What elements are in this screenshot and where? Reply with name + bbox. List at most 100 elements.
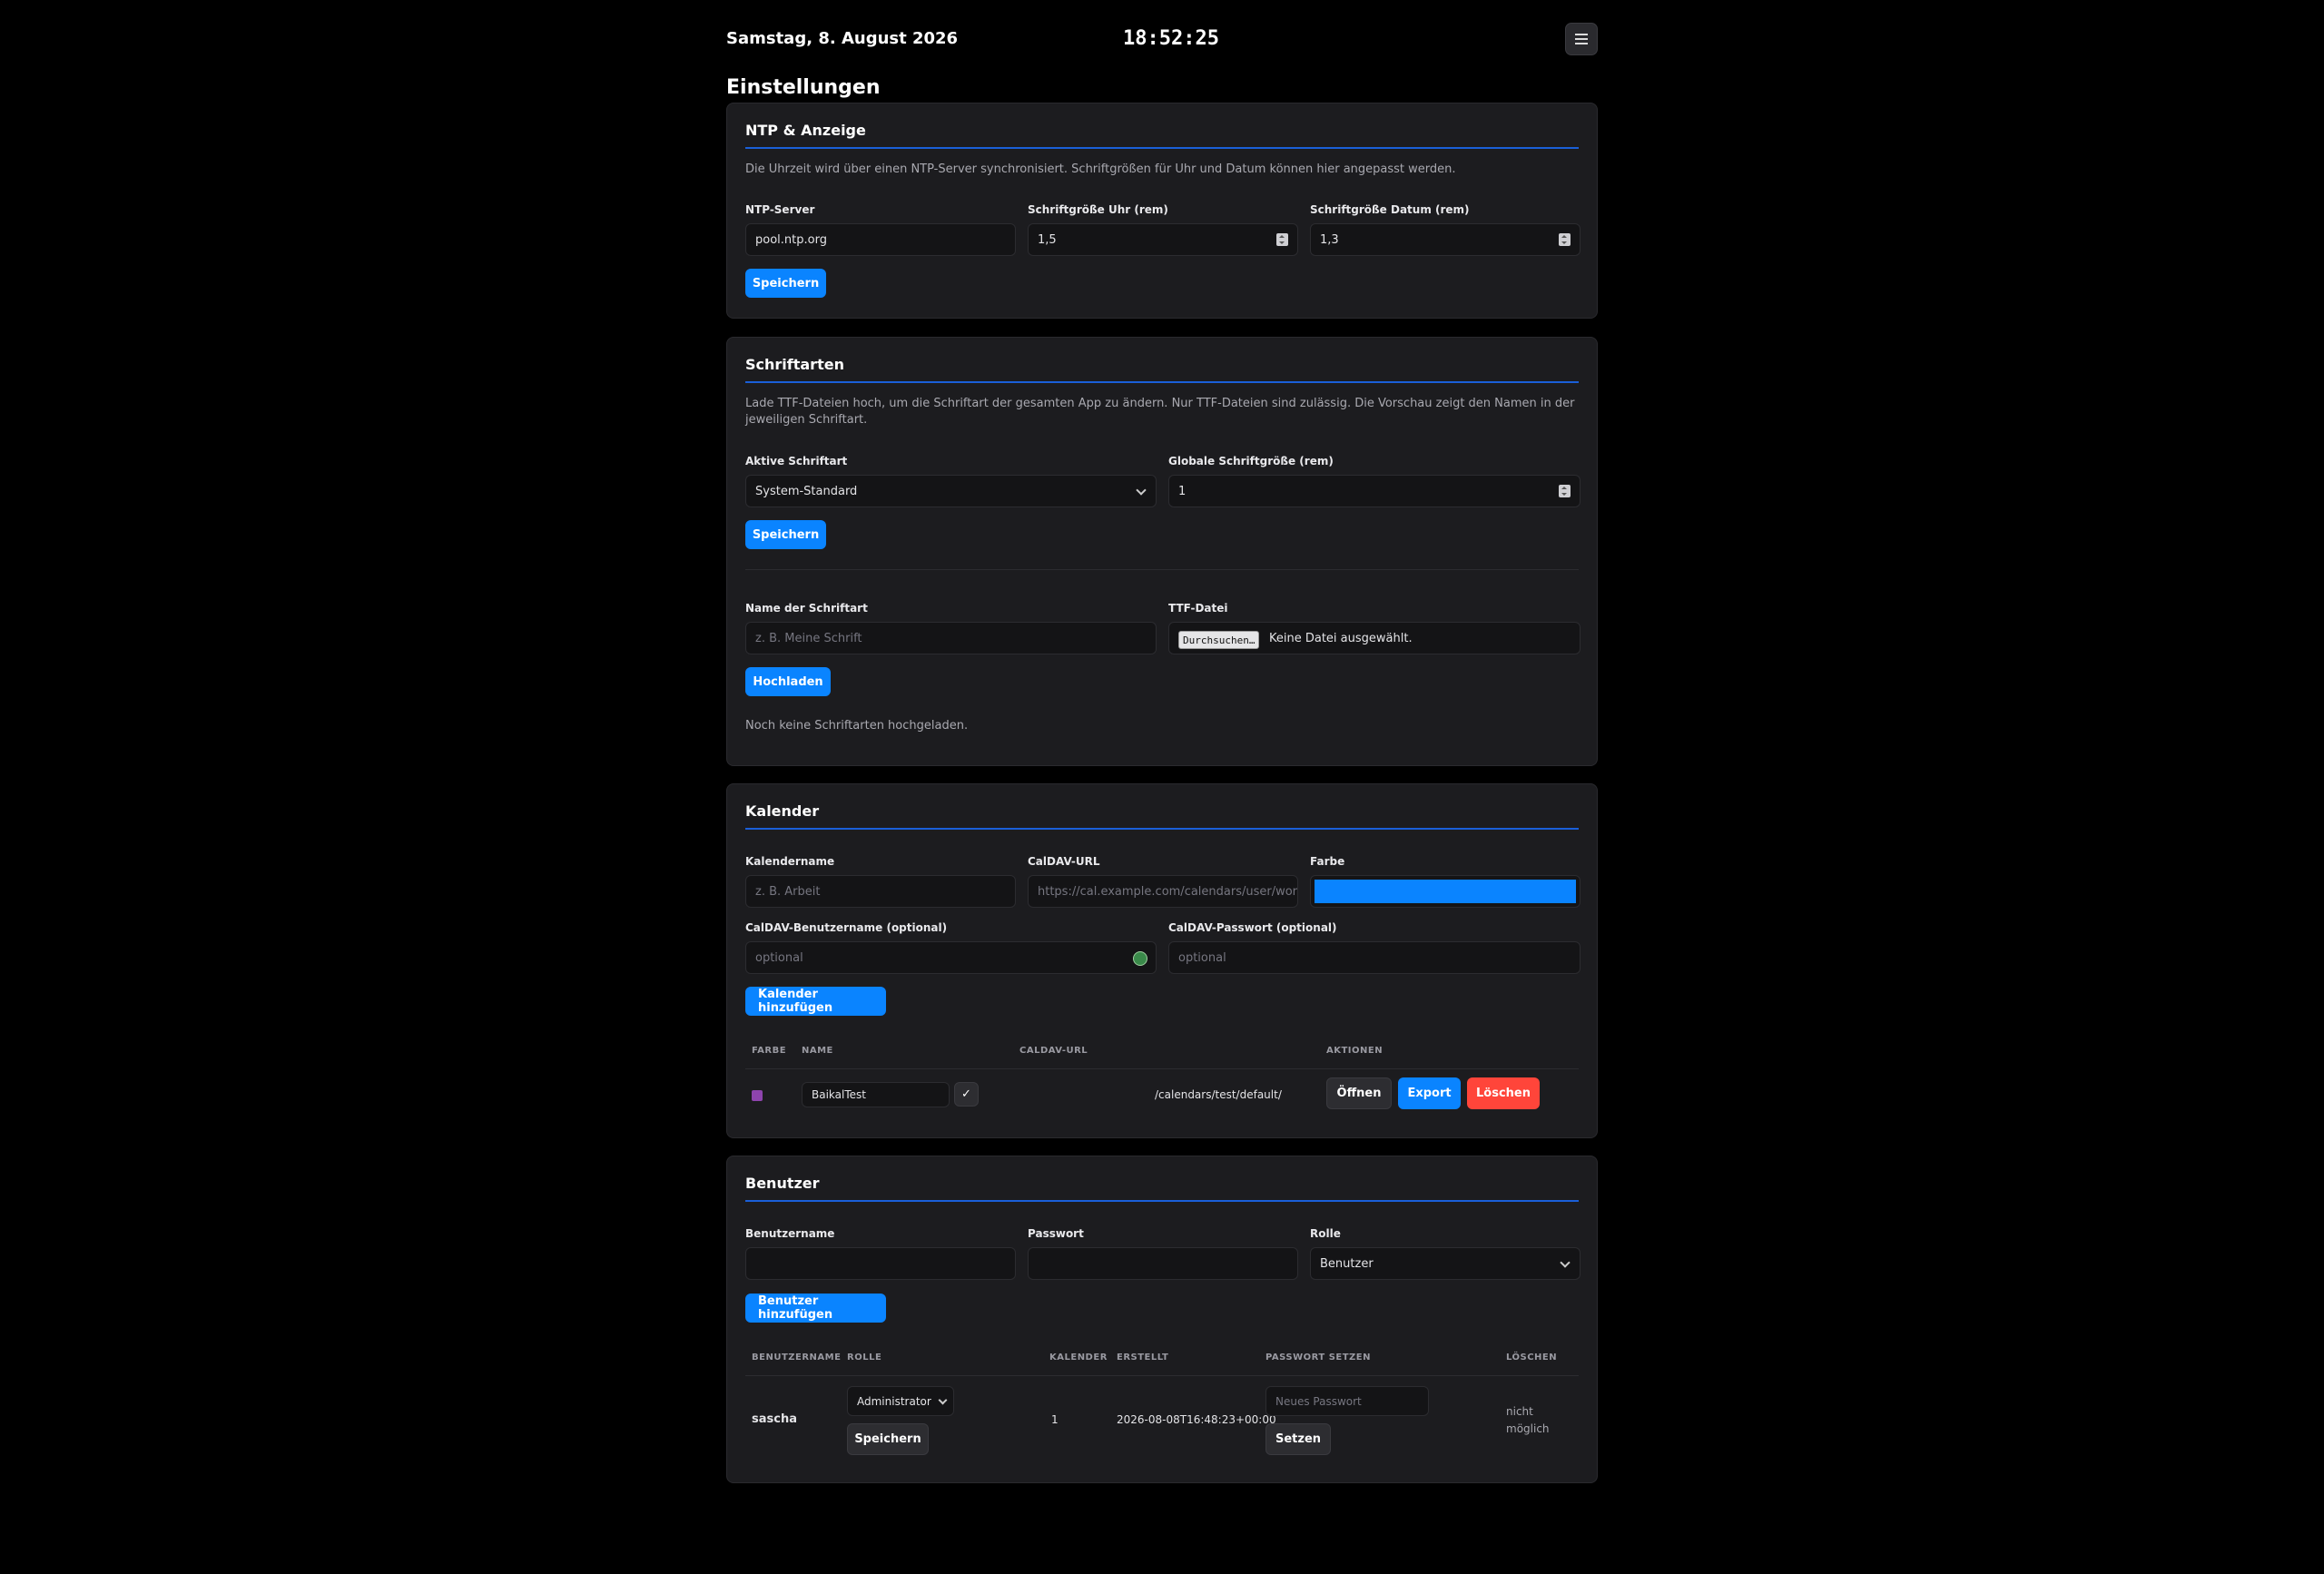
role-select[interactable]: Benutzer [1310, 1247, 1581, 1280]
open-calendar-button[interactable]: Öffnen [1326, 1077, 1392, 1109]
calendar-card: Kalender Kalendername z. B. Arbeit CalDA… [726, 783, 1598, 1138]
user-row-calendars: 1 [1051, 1413, 1059, 1426]
password-input[interactable] [1028, 1247, 1298, 1280]
user-row-created: 2026-08-08T16:48:23+00:00 [1117, 1413, 1276, 1426]
col-caldav-url: CALDAV-URL [1019, 1046, 1088, 1056]
clock-size-input[interactable]: 1,5 [1028, 223, 1298, 256]
color-picker[interactable] [1310, 875, 1581, 908]
col-name: NAME [802, 1046, 833, 1056]
active-font-label: Aktive Schriftart [745, 455, 848, 467]
col-farbe: FARBE [752, 1046, 787, 1056]
user-role-value: Administrator [857, 1394, 931, 1408]
color-label: Farbe [1310, 855, 1345, 868]
clock-size-label: Schriftgröße Uhr (rem) [1028, 203, 1168, 216]
calendar-name-input[interactable]: z. B. Arbeit [745, 875, 1016, 908]
user-row-username: sascha [752, 1412, 797, 1426]
calendar-card-rule [745, 828, 1579, 830]
caldav-user-placeholder: optional [755, 950, 803, 965]
caldav-pass-label: CalDAV-Passwort (optional) [1168, 921, 1337, 934]
date-size-label: Schriftgröße Datum (rem) [1310, 203, 1470, 216]
fonts-save-button[interactable]: Speichern [745, 520, 826, 549]
delete-calendar-button[interactable]: Löschen [1467, 1077, 1540, 1109]
fonts-description: Lade TTF-Dateien hoch, um die Schriftart… [745, 397, 1575, 427]
top-bar: Samstag, 8. August 2026 18:52:25 [726, 0, 1598, 84]
fonts-card-rule [745, 381, 1579, 383]
caldav-user-label: CalDAV-Benutzername (optional) [745, 921, 948, 934]
clock-size-value: 1,5 [1038, 232, 1057, 247]
font-name-input[interactable]: z. B. Meine Schrift [745, 622, 1157, 654]
active-font-select[interactable]: System-Standard [745, 475, 1157, 507]
new-password-input[interactable]: Neues Passwort [1265, 1386, 1429, 1416]
browse-button[interactable]: Durchsuchen… [1178, 631, 1260, 649]
role-value: Benutzer [1320, 1256, 1374, 1271]
page-title: Einstellungen [726, 76, 881, 99]
ttf-file-input[interactable]: Durchsuchen… Keine Datei ausgewählt. [1168, 622, 1581, 654]
calendar-name-label: Kalendername [745, 855, 835, 868]
users-card-title: Benutzer [745, 1175, 820, 1192]
chevron-down-icon [1560, 1257, 1571, 1268]
ntp-save-button[interactable]: Speichern [745, 269, 826, 298]
user-role-select[interactable]: Administrator [847, 1386, 954, 1416]
spinner-icon[interactable] [1276, 233, 1288, 246]
add-calendar-button[interactable]: Kalender hinzufügen [745, 987, 886, 1016]
calendar-color-swatch [752, 1090, 763, 1101]
table-header-rule [745, 1068, 1579, 1069]
date-size-value: 1,3 [1320, 232, 1339, 247]
global-size-value: 1 [1178, 484, 1187, 498]
password-label: Passwort [1028, 1227, 1084, 1240]
fonts-divider [745, 569, 1579, 570]
users-card-rule [745, 1200, 1579, 1202]
ntp-card-title: NTP & Anzeige [745, 122, 866, 139]
col-erstellt: ERSTELLT [1117, 1353, 1169, 1362]
fonts-card: Schriftarten Lade TTF-Dateien hoch, um d… [726, 337, 1598, 766]
hamburger-icon[interactable] [1565, 23, 1598, 55]
global-size-input[interactable]: 1 [1168, 475, 1581, 507]
calendar-name-edit[interactable]: BaikalTest [802, 1082, 950, 1107]
col-rolle: ROLLE [847, 1353, 882, 1362]
export-calendar-button[interactable]: Export [1398, 1077, 1461, 1109]
ntp-card-rule [745, 147, 1579, 149]
role-label: Rolle [1310, 1227, 1341, 1240]
col-aktionen: AKTIONEN [1326, 1046, 1384, 1056]
password-manager-icon[interactable] [1133, 951, 1147, 966]
col-loeschen: LÖSCHEN [1506, 1353, 1558, 1362]
date-size-input[interactable]: 1,3 [1310, 223, 1581, 256]
spinner-icon[interactable] [1559, 233, 1571, 246]
spinner-icon[interactable] [1559, 485, 1571, 497]
font-name-label: Name der Schriftart [745, 602, 868, 615]
caldav-pass-placeholder: optional [1178, 950, 1226, 965]
new-password-placeholder: Neues Passwort [1275, 1394, 1362, 1408]
color-swatch [1315, 880, 1576, 903]
add-user-button[interactable]: Benutzer hinzufügen [745, 1294, 886, 1323]
current-date: Samstag, 8. August 2026 [726, 29, 959, 48]
app-container: Samstag, 8. August 2026 18:52:25 Einstel… [726, 0, 1598, 1483]
caldav-user-input[interactable]: optional [745, 941, 1157, 974]
caldav-url-input[interactable]: https://cal.example.com/calendars/user/w… [1028, 875, 1298, 908]
font-name-placeholder: z. B. Meine Schrift [755, 631, 862, 645]
caldav-pass-input[interactable]: optional [1168, 941, 1581, 974]
set-password-button[interactable]: Setzen [1265, 1423, 1331, 1455]
ttf-file-label: TTF-Datei [1168, 602, 1228, 615]
ntp-server-label: NTP-Server [745, 203, 815, 216]
calendar-row-name: BaikalTest [812, 1088, 866, 1101]
user-row-delete-text: nicht möglich [1506, 1405, 1550, 1435]
calendar-card-title: Kalender [745, 802, 820, 820]
confirm-name-button[interactable]: ✓ [954, 1082, 979, 1107]
caldav-url-label: CalDAV-URL [1028, 855, 1100, 868]
ntp-server-input[interactable]: pool.ntp.org [745, 223, 1016, 256]
user-role-save-button[interactable]: Speichern [847, 1423, 929, 1455]
caldav-url-placeholder: https://cal.example.com/calendars/user/w… [1038, 884, 1298, 899]
chevron-down-icon [938, 1395, 948, 1405]
col-passwort-setzen: PASSWORT SETZEN [1265, 1353, 1371, 1362]
users-card: Benutzer Benutzername Passwort Rolle Ben… [726, 1156, 1598, 1483]
col-benutzername: BENUTZERNAME [752, 1353, 842, 1362]
chevron-down-icon [1136, 485, 1147, 496]
username-input[interactable] [745, 1247, 1016, 1280]
fonts-card-title: Schriftarten [745, 356, 844, 373]
calendar-row-url: /calendars/test/default/ [1155, 1088, 1282, 1101]
ntp-description: Die Uhrzeit wird über einen NTP-Server s… [745, 162, 1456, 176]
ntp-card: NTP & Anzeige Die Uhrzeit wird über eine… [726, 103, 1598, 319]
calendar-name-placeholder: z. B. Arbeit [755, 884, 821, 899]
users-header-rule [745, 1375, 1579, 1376]
upload-button[interactable]: Hochladen [745, 667, 831, 696]
